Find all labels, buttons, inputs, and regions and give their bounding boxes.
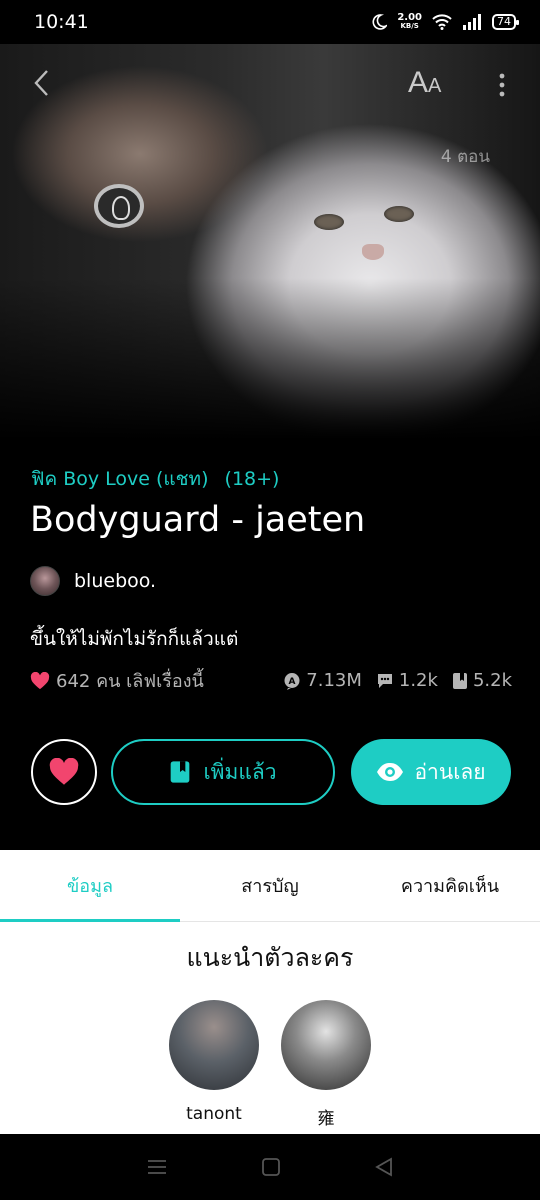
comments-count: 1.2k [398,670,438,691]
author-row[interactable]: blueboo. [30,566,156,596]
status-icons: 2.00 KB/S 74 [371,12,519,31]
tab-info[interactable]: ข้อมูล [0,850,180,921]
comments-stat: 1.2k [376,670,438,691]
bookmarks-count: 5.2k [472,670,512,691]
signal-icon [463,14,481,30]
stats-row: 642 คน เลิฟเรื่องนี้ A 7.13M 1.2k 5.2k [30,666,512,695]
love-button[interactable] [31,739,97,805]
genre-text: ฟิค Boy Love (แชท) [31,468,209,490]
character-item[interactable]: 雍 [281,1000,371,1129]
author-name[interactable]: blueboo. [74,570,156,592]
character-photo[interactable] [281,1000,371,1090]
character-photo[interactable] [169,1000,259,1090]
likes-stat: 642 คน เลิฟเรื่องนี้ [30,666,269,695]
moon-icon [372,14,388,30]
heart-icon [49,758,79,785]
story-info: ฟิค Boy Love (แชท) (18+) Bodyguard - jae… [0,448,540,850]
read-label: อ่านเลย [414,759,486,784]
cover-cat-eye-left [314,214,344,230]
content-panel: ข้อมูล สารบัญ ความคิดเห็น แนะนำตัวละคร t… [0,850,540,1134]
home-icon[interactable] [261,1157,281,1177]
status-bar: 10:41 2.00 KB/S 74 [0,0,540,44]
back-nav-icon[interactable] [374,1157,394,1177]
bookmark-icon [171,761,190,783]
tab-bar: ข้อมูล สารบัญ ความคิดเห็น [0,850,540,922]
svg-text:A: A [289,677,296,687]
back-icon[interactable] [32,68,52,98]
system-nav-bar [0,1134,540,1200]
character-list: tanont 雍 [0,1000,540,1129]
character-item[interactable]: tanont [169,1000,259,1129]
story-tagline: ขึ้นให้ไม่พักไม่รักก็แล้วแต่ [30,628,239,650]
bookmark-icon [452,672,467,689]
added-to-library-button[interactable]: เพิ่มแล้ว [111,739,335,805]
characters-section-title: แนะนำตัวละคร [186,943,354,972]
menu-icon[interactable] [146,1158,168,1176]
character-name: tanont [186,1104,242,1124]
battery-indicator: 74 [492,14,519,30]
views-stat: A 7.13M [283,670,362,691]
wifi-icon [432,14,452,30]
comment-icon [377,673,392,688]
cover-cat-eye-right [384,206,414,222]
story-title: Bodyguard - jaeten [30,500,366,540]
views-icon: A [284,672,300,690]
rating-text: (18+) [224,468,280,490]
top-toolbar: AA [0,62,540,106]
read-now-button[interactable]: อ่านเลย [351,739,511,805]
cover-cat-nose [362,244,384,260]
likes-text: 642 คน เลิฟเรื่องนี้ [56,671,204,692]
added-label: เพิ่มแล้ว [203,759,277,784]
font-size-icon[interactable]: AA [408,66,441,100]
cover-ring-detail [94,184,144,228]
more-icon[interactable] [492,70,512,100]
status-time: 10:41 [34,11,89,33]
author-avatar[interactable] [30,566,60,596]
genre-label[interactable]: ฟิค Boy Love (แชท) (18+) [31,464,289,494]
eye-icon [377,763,404,781]
tab-comments[interactable]: ความคิดเห็น [360,850,540,921]
heart-icon [30,671,50,689]
bookmarks-stat: 5.2k [452,670,512,691]
character-name: 雍 [317,1109,335,1129]
tab-contents[interactable]: สารบัญ [180,850,360,921]
network-speed: 2.00 KB/S [397,12,422,31]
episode-count: 4 ตอน [440,147,490,167]
views-count: 7.13M [306,670,362,691]
active-tab-indicator [0,919,180,922]
